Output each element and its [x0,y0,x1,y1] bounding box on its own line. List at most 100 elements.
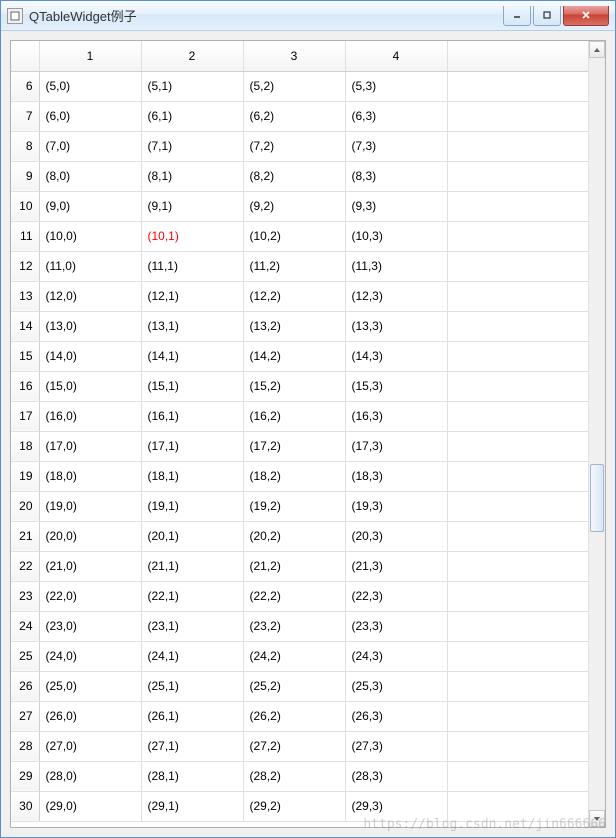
table-cell[interactable]: (25,1) [141,671,243,701]
table-cell[interactable]: (29,2) [243,791,345,821]
table-cell[interactable]: (22,3) [345,581,447,611]
table-cell[interactable]: (10,1) [141,221,243,251]
table-cell[interactable]: (14,1) [141,341,243,371]
table-cell[interactable]: (27,0) [39,731,141,761]
row-header[interactable]: 11 [11,221,39,251]
table-cell[interactable]: (28,0) [39,761,141,791]
table-cell[interactable]: (28,1) [141,761,243,791]
table-cell[interactable]: (7,2) [243,131,345,161]
table-cell[interactable]: (15,1) [141,371,243,401]
column-header[interactable]: 4 [345,41,447,71]
table-cell[interactable]: (22,0) [39,581,141,611]
table-cell[interactable]: (28,3) [345,761,447,791]
table-cell[interactable]: (12,0) [39,281,141,311]
table-cell[interactable]: (25,0) [39,671,141,701]
table-cell[interactable]: (19,2) [243,491,345,521]
table-cell[interactable]: (19,3) [345,491,447,521]
table-cell[interactable]: (24,0) [39,641,141,671]
table-cell[interactable]: (14,3) [345,341,447,371]
table-cell[interactable]: (13,2) [243,311,345,341]
row-header[interactable]: 18 [11,431,39,461]
table-cell[interactable]: (15,0) [39,371,141,401]
table-cell[interactable]: (27,1) [141,731,243,761]
table-cell[interactable]: (19,1) [141,491,243,521]
table-cell[interactable]: (21,0) [39,551,141,581]
table-cell[interactable]: (13,0) [39,311,141,341]
table-cell[interactable]: (7,1) [141,131,243,161]
table-cell[interactable]: (16,3) [345,401,447,431]
table-cell[interactable]: (12,2) [243,281,345,311]
table-cell[interactable]: (18,1) [141,461,243,491]
scroll-track[interactable] [589,58,605,810]
table-cell[interactable]: (16,1) [141,401,243,431]
table-cell[interactable]: (7,3) [345,131,447,161]
table-cell[interactable]: (23,2) [243,611,345,641]
row-header[interactable]: 24 [11,611,39,641]
scroll-down-button[interactable] [589,810,605,827]
table-cell[interactable]: (13,3) [345,311,447,341]
table-cell[interactable]: (21,3) [345,551,447,581]
row-header[interactable]: 8 [11,131,39,161]
table-cell[interactable]: (20,1) [141,521,243,551]
table-cell[interactable]: (18,2) [243,461,345,491]
table-cell[interactable]: (11,0) [39,251,141,281]
table-cell[interactable]: (6,0) [39,101,141,131]
row-header[interactable]: 14 [11,311,39,341]
row-header[interactable]: 27 [11,701,39,731]
table-cell[interactable]: (29,0) [39,791,141,821]
table-cell[interactable]: (9,2) [243,191,345,221]
row-header[interactable]: 20 [11,491,39,521]
row-header[interactable]: 22 [11,551,39,581]
table-cell[interactable]: (5,3) [345,71,447,101]
table-cell[interactable]: (16,0) [39,401,141,431]
table-cell[interactable]: (9,3) [345,191,447,221]
table-cell[interactable]: (17,0) [39,431,141,461]
table-cell[interactable]: (17,3) [345,431,447,461]
table-cell[interactable]: (13,1) [141,311,243,341]
row-header[interactable]: 12 [11,251,39,281]
table-cell[interactable]: (17,2) [243,431,345,461]
table-cell[interactable]: (12,1) [141,281,243,311]
table-cell[interactable]: (29,1) [141,791,243,821]
row-header[interactable]: 30 [11,791,39,821]
table-cell[interactable]: (6,2) [243,101,345,131]
table-cell[interactable]: (14,2) [243,341,345,371]
row-header[interactable]: 26 [11,671,39,701]
table-cell[interactable]: (24,2) [243,641,345,671]
titlebar[interactable]: QTableWidget例子 [1,1,615,31]
corner-header[interactable] [11,41,39,71]
table-cell[interactable]: (5,0) [39,71,141,101]
scroll-thumb[interactable] [590,464,604,532]
table-cell[interactable]: (25,3) [345,671,447,701]
table-cell[interactable]: (15,2) [243,371,345,401]
table-cell[interactable]: (21,2) [243,551,345,581]
maximize-button[interactable] [533,6,561,26]
table-cell[interactable]: (16,2) [243,401,345,431]
table-cell[interactable]: (20,0) [39,521,141,551]
table-cell[interactable]: (9,0) [39,191,141,221]
row-header[interactable]: 28 [11,731,39,761]
table-cell[interactable]: (20,2) [243,521,345,551]
vertical-scrollbar[interactable] [588,41,605,827]
row-header[interactable]: 25 [11,641,39,671]
table-viewport[interactable]: 1 2 3 4 6(5,0)(5,1)(5,2)(5,3)7(6,0)(6,1)… [11,41,588,827]
table-cell[interactable]: (11,1) [141,251,243,281]
row-header[interactable]: 15 [11,341,39,371]
table-cell[interactable]: (26,2) [243,701,345,731]
table-cell[interactable]: (7,0) [39,131,141,161]
table-cell[interactable]: (20,3) [345,521,447,551]
table-cell[interactable]: (15,3) [345,371,447,401]
row-header[interactable]: 10 [11,191,39,221]
table-cell[interactable]: (27,2) [243,731,345,761]
row-header[interactable]: 13 [11,281,39,311]
table-cell[interactable]: (11,3) [345,251,447,281]
table-cell[interactable]: (23,1) [141,611,243,641]
table-cell[interactable]: (9,1) [141,191,243,221]
table-cell[interactable]: (11,2) [243,251,345,281]
minimize-button[interactable] [503,6,531,26]
close-button[interactable] [563,6,609,26]
table-cell[interactable]: (21,1) [141,551,243,581]
row-header[interactable]: 19 [11,461,39,491]
table-cell[interactable]: (24,3) [345,641,447,671]
table-cell[interactable]: (22,2) [243,581,345,611]
